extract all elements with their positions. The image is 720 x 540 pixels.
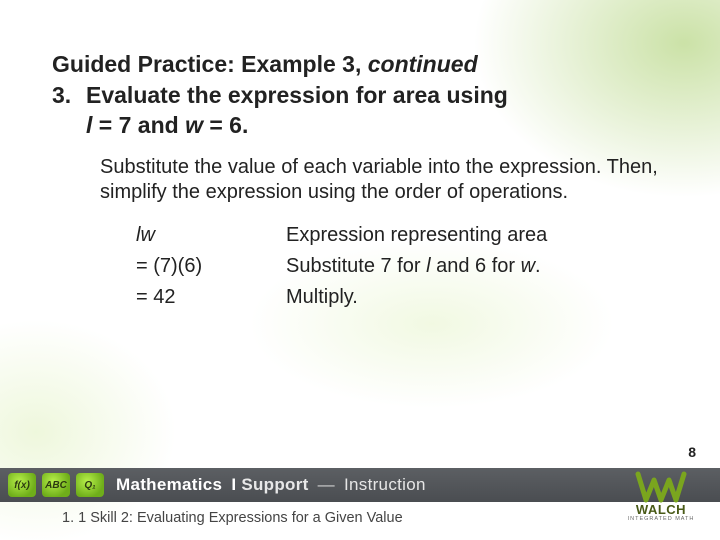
- footer-caption: 1. 1 Skill 2: Evaluating Expressions for…: [62, 510, 403, 526]
- step-mid: = 7 and: [92, 112, 185, 138]
- brand-text: Mathematics I Support — Instruction: [116, 475, 426, 495]
- work-table: lw Expression representing area = (7)(6)…: [136, 224, 668, 309]
- walch-logo: WALCH INTEGRATED MATH: [618, 470, 704, 532]
- sub-a: Substitute 7 for: [286, 255, 426, 277]
- brand-part-3: Instruction: [344, 475, 426, 494]
- step-line-1: 3. Evaluate the expression for area usin…: [52, 81, 668, 111]
- sub-c: .: [535, 255, 541, 277]
- table-cell-left: = (7)(6): [136, 255, 286, 278]
- footer-bar: f(x) ABC Q₁ Mathematics I Support — Inst…: [0, 468, 720, 502]
- body-text: Substitute the value of each variable in…: [100, 155, 660, 206]
- table-cell-right: Expression representing area: [286, 224, 547, 247]
- step-post: = 6.: [203, 112, 248, 138]
- walch-text: WALCH: [618, 502, 704, 517]
- step-line-2: l = 7 and w = 6.: [86, 111, 668, 141]
- sub-b: and 6 for: [431, 255, 521, 277]
- expr-w: w: [140, 224, 154, 246]
- table-cell-right: Multiply.: [286, 286, 358, 309]
- step-number: 3.: [52, 81, 86, 111]
- table-cell-right: Substitute 7 for l and 6 for w.: [286, 255, 541, 278]
- footer: f(x) ABC Q₁ Mathematics I Support — Inst…: [0, 468, 720, 540]
- var-w: w: [185, 112, 203, 138]
- title-main: Guided Practice: Example 3,: [52, 51, 368, 77]
- walch-subtext: INTEGRATED MATH: [618, 516, 704, 522]
- table-cell-left: lw: [136, 224, 286, 247]
- brand-part-1: Mathematics: [116, 475, 222, 494]
- step-text-1: Evaluate the expression for area using: [86, 81, 508, 111]
- chip-fx-icon: f(x): [8, 473, 36, 497]
- table-row: = (7)(6) Substitute 7 for l and 6 for w.: [136, 255, 668, 278]
- brand-part-2: Support: [241, 475, 308, 494]
- title-continued: continued: [368, 51, 478, 77]
- slide-content: Guided Practice: Example 3, continued 3.…: [0, 0, 720, 540]
- table-row: = 42 Multiply.: [136, 286, 668, 309]
- slide-title: Guided Practice: Example 3, continued: [52, 50, 668, 79]
- table-cell-left: = 42: [136, 286, 286, 309]
- chip-abc-icon: ABC: [42, 473, 70, 497]
- sub-w: w: [521, 255, 535, 277]
- table-row: lw Expression representing area: [136, 224, 668, 247]
- chip-q-icon: Q₁: [76, 473, 104, 497]
- walch-w-icon: [634, 470, 688, 504]
